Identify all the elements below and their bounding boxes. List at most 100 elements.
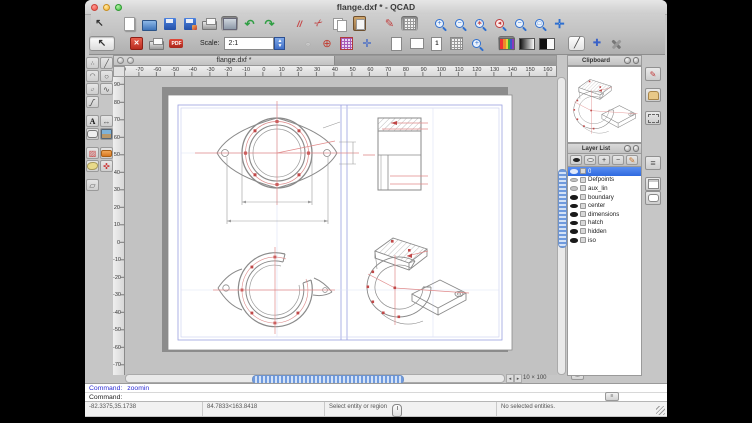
line-tool[interactable] — [100, 57, 113, 69]
dimensions[interactable]: dimensions — [568, 210, 641, 219]
cut-button[interactable] — [311, 16, 328, 31]
help-widget-button[interactable] — [645, 191, 661, 205]
hide-all-layers-button[interactable] — [584, 155, 596, 165]
deselect-all-button[interactable] — [128, 36, 145, 51]
zoom-window-button[interactable] — [531, 16, 548, 31]
scale-combo[interactable]: 2:1 ▲▼ — [224, 37, 285, 50]
command-options-button[interactable]: ≡ — [605, 392, 619, 401]
drawing-canvas[interactable] — [125, 77, 557, 375]
paste-button[interactable] — [351, 16, 368, 31]
scroll-right-button[interactable]: ▸ — [514, 374, 522, 383]
library-browser-button[interactable] — [645, 88, 661, 102]
circle-tool[interactable] — [100, 70, 113, 82]
tab-close-button[interactable] — [117, 57, 124, 64]
point-marker-button[interactable] — [588, 36, 605, 51]
ellipse-tool[interactable] — [86, 83, 99, 95]
draft-toggle-button[interactable] — [298, 36, 315, 51]
point-tool[interactable] — [86, 57, 99, 69]
grid-toggle-button[interactable] — [448, 36, 465, 51]
open-file-button[interactable] — [141, 16, 158, 31]
layer-visibility-icon[interactable] — [570, 220, 578, 226]
horizontal-scrollbar[interactable] — [125, 374, 505, 383]
show-all-layers-button[interactable] — [570, 155, 582, 165]
panel-float-button[interactable] — [624, 145, 631, 152]
redo-button[interactable] — [261, 16, 278, 31]
print-button[interactable] — [201, 16, 218, 31]
panel-close-button[interactable] — [633, 145, 640, 152]
layer-visibility-icon[interactable] — [570, 237, 578, 243]
zoom-page-button[interactable] — [511, 16, 528, 31]
hatch-preview-button[interactable] — [338, 36, 355, 51]
selection-filter-button[interactable] — [645, 111, 661, 125]
hatch-tool[interactable] — [86, 147, 99, 159]
dev-tools-button[interactable] — [608, 36, 625, 51]
block-list-button[interactable] — [645, 156, 661, 170]
save-as-button[interactable] — [181, 16, 198, 31]
property-editor-button[interactable] — [645, 67, 661, 81]
scroll-left-button[interactable]: ◂ — [506, 374, 514, 383]
aux_lin[interactable]: aux_lin — [568, 184, 641, 193]
grayscale-mode-button[interactable] — [518, 36, 535, 51]
zoom-out-button[interactable] — [451, 16, 468, 31]
panel-float-button[interactable] — [624, 57, 631, 64]
zoom-tool-button[interactable] — [468, 36, 485, 51]
panel-close-button[interactable] — [633, 57, 640, 64]
layer-visibility-icon[interactable] — [570, 194, 578, 200]
add-layer-button[interactable]: + — [598, 155, 610, 165]
pan-button[interactable] — [551, 16, 568, 31]
layer-visibility-icon[interactable] — [570, 185, 578, 191]
Defpoints[interactable]: Defpoints — [568, 176, 641, 185]
command-input-line[interactable]: Command: — [85, 392, 667, 401]
color-mode-button[interactable] — [498, 36, 515, 51]
new-file-button[interactable] — [121, 16, 138, 31]
polyline-tool[interactable] — [86, 96, 99, 108]
text-tool[interactable] — [86, 115, 99, 127]
pdf-export-button[interactable]: PDF — [168, 36, 185, 51]
page-portrait-button[interactable] — [388, 36, 405, 51]
block-tool[interactable] — [86, 160, 99, 172]
line-tools-button[interactable] — [291, 16, 308, 31]
edit-layer-button[interactable] — [626, 155, 638, 165]
pointer-tool-button[interactable] — [91, 16, 108, 31]
arc-tool[interactable] — [86, 70, 99, 82]
boundary[interactable]: boundary — [568, 193, 641, 202]
zoom-in-button[interactable] — [431, 16, 448, 31]
auto-zoom-button[interactable] — [471, 16, 488, 31]
iso[interactable]: iso — [568, 236, 641, 245]
image-tool[interactable] — [100, 128, 113, 140]
page-landscape-button[interactable] — [408, 36, 425, 51]
layer-visibility-icon[interactable] — [570, 177, 578, 183]
hidden[interactable]: hidden — [568, 227, 641, 236]
center[interactable]: center — [568, 201, 641, 210]
save-button[interactable] — [161, 16, 178, 31]
label-tool[interactable] — [86, 128, 99, 140]
dimension-tool[interactable] — [100, 115, 113, 127]
print-preview-button[interactable] — [221, 16, 238, 31]
layer-visibility-icon[interactable] — [570, 203, 578, 209]
center-page-button[interactable] — [318, 36, 335, 51]
selection-pointer-button[interactable] — [89, 36, 115, 51]
solid-fill-tool[interactable] — [100, 147, 113, 159]
line-style-button[interactable] — [568, 36, 585, 51]
crosshair-button[interactable] — [358, 36, 375, 51]
title-bar[interactable]: flange.dxf * - QCAD — [85, 0, 667, 15]
vertical-scrollbar[interactable] — [557, 77, 566, 375]
print-current-button[interactable] — [148, 36, 165, 51]
snap-tool[interactable] — [100, 160, 113, 172]
undo-button[interactable] — [241, 16, 258, 31]
isometric-tool[interactable] — [86, 179, 99, 191]
layer-visibility-icon[interactable] — [570, 168, 578, 174]
layer-visibility-icon[interactable] — [570, 211, 578, 217]
previous-view-button[interactable] — [491, 16, 508, 31]
hatch[interactable]: hatch — [568, 219, 641, 228]
copy-button[interactable] — [331, 16, 348, 31]
grid-button[interactable] — [401, 16, 418, 31]
scale-dropdown-button[interactable]: ▲▼ — [274, 37, 285, 50]
vertical-scroll-thumb[interactable] — [558, 169, 567, 248]
layer-visibility-icon[interactable] — [570, 228, 578, 234]
pen-button[interactable] — [381, 16, 398, 31]
single-page-button[interactable]: 1 — [428, 36, 445, 51]
tab-float-button[interactable] — [127, 57, 134, 64]
remove-layer-button[interactable]: − — [612, 155, 624, 165]
note-widget-button[interactable] — [645, 177, 661, 191]
